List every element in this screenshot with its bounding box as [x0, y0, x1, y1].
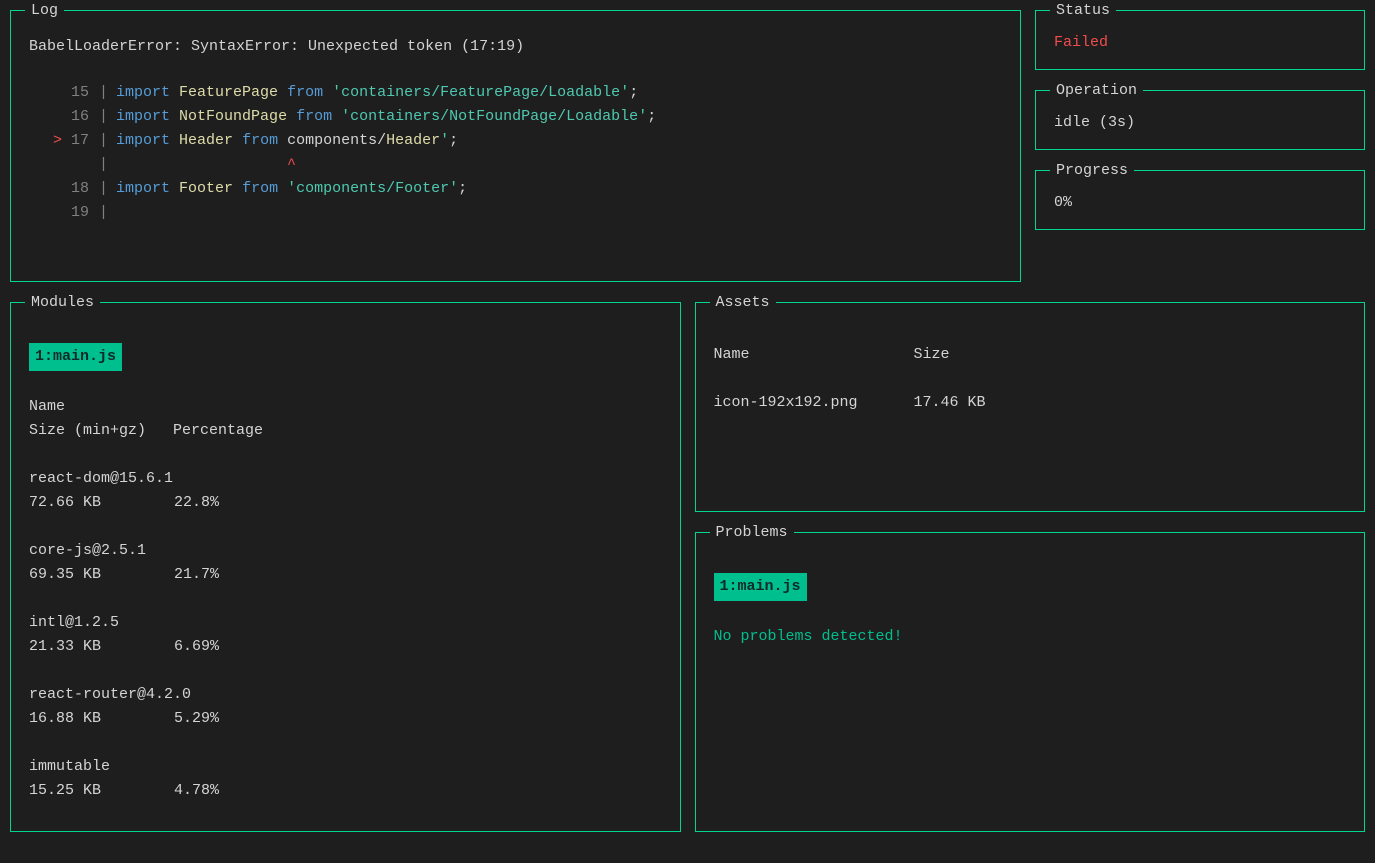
error-caret-icon: ^: [287, 153, 296, 177]
module-row: immutable15.25 KB4.78%: [29, 731, 662, 803]
code-line-15: 15|import FeaturePage from 'containers/F…: [29, 81, 1002, 105]
progress-value: 0%: [1054, 191, 1346, 215]
modules-badge[interactable]: 1:main.js: [29, 343, 122, 371]
modules-title: Modules: [25, 291, 100, 315]
problems-message: No problems detected!: [714, 625, 1347, 649]
status-title: Status: [1050, 0, 1116, 23]
assets-panel: Assets NameSize icon-192x192.png17.46 KB: [695, 302, 1366, 512]
error-header: BabelLoaderError: SyntaxError: Unexpecte…: [29, 35, 1002, 59]
code-line-16: 16|import NotFoundPage from 'containers/…: [29, 105, 1002, 129]
problems-panel: Problems 1:main.js No problems detected!: [695, 532, 1366, 832]
module-row: core-js@2.5.169.35 KB21.7%: [29, 515, 662, 587]
code-line-19: 19|: [29, 201, 1002, 225]
status-value: Failed: [1054, 31, 1346, 55]
operation-panel: Operation idle (3s): [1035, 90, 1365, 150]
code-line-caret: | ^: [29, 153, 1002, 177]
operation-value: idle (3s): [1054, 111, 1346, 135]
operation-title: Operation: [1050, 79, 1143, 103]
modules-header-row: Size (min+gz) Percentage: [29, 419, 662, 443]
module-row: react-dom@15.6.172.66 KB22.8%: [29, 443, 662, 515]
module-row: react-router@4.2.016.88 KB5.29%: [29, 659, 662, 731]
progress-title: Progress: [1050, 159, 1134, 183]
status-panel: Status Failed: [1035, 10, 1365, 70]
modules-panel: Modules 1:main.js Name Size (min+gz) Per…: [10, 302, 681, 832]
progress-panel: Progress 0%: [1035, 170, 1365, 230]
assets-header: NameSize: [714, 343, 1347, 367]
modules-header-name: Name: [29, 395, 662, 419]
assets-title: Assets: [710, 291, 776, 315]
log-panel: Log BabelLoaderError: SyntaxError: Unexp…: [10, 10, 1021, 282]
module-row: intl@1.2.521.33 KB6.69%: [29, 587, 662, 659]
code-line-17-error: > 17|import Header from components/Heade…: [29, 129, 1002, 153]
asset-row: icon-192x192.png17.46 KB: [714, 391, 1347, 415]
log-title: Log: [25, 0, 64, 23]
code-line-18: 18|import Footer from 'components/Footer…: [29, 177, 1002, 201]
problems-title: Problems: [710, 521, 794, 545]
problems-badge[interactable]: 1:main.js: [714, 573, 807, 601]
